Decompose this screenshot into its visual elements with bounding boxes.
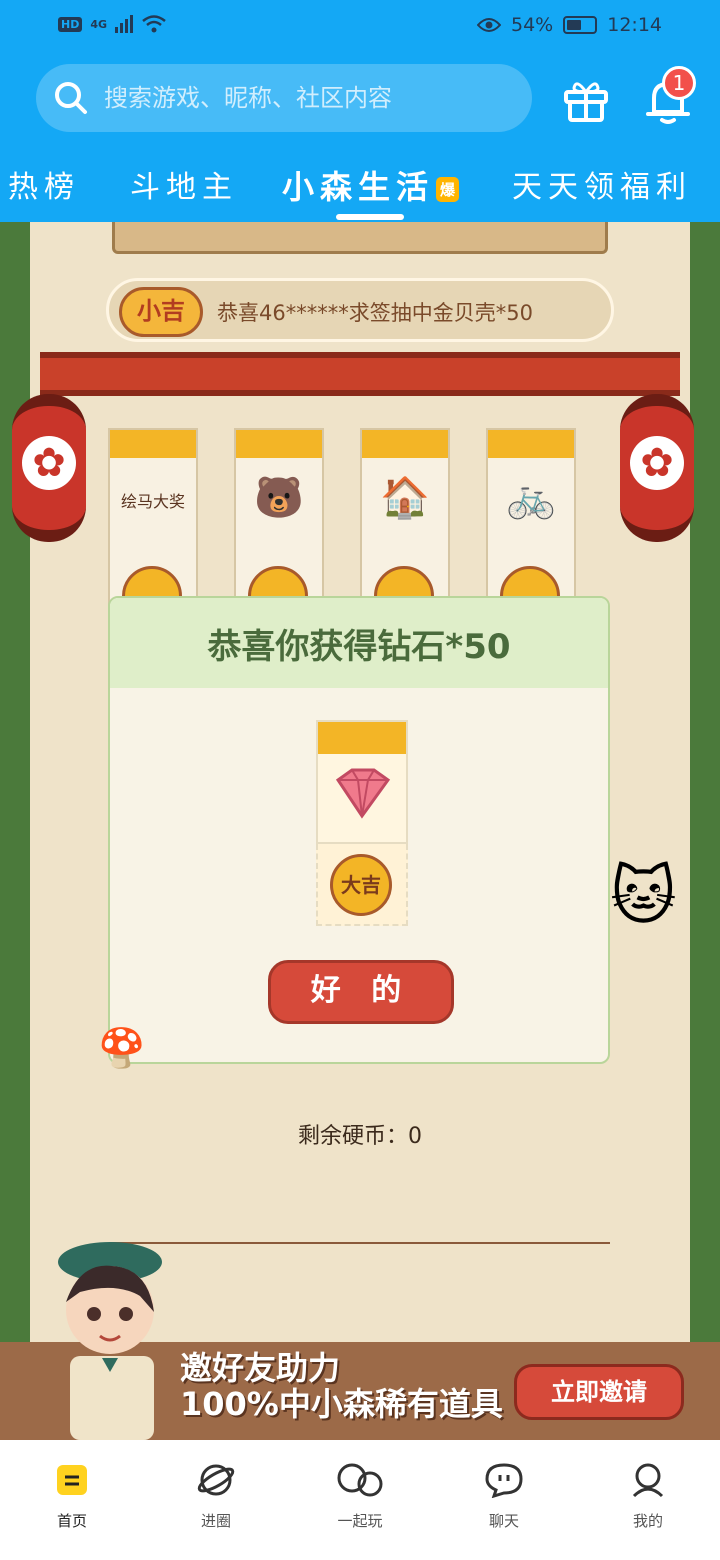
lantern-right — [620, 394, 694, 542]
active-tab-indicator — [336, 214, 404, 220]
network-badge: 4G — [90, 17, 108, 31]
card-label: 绘马大奖 — [120, 492, 185, 511]
house-icon: 🏠 — [380, 475, 430, 521]
nav-label: 聊天 — [488, 1512, 519, 1530]
reward-dialog: 恭喜你获得钻石*50 大吉 好 的 — [108, 596, 610, 1064]
notification-badge: 1 — [662, 66, 696, 100]
nav-label: 一起玩 — [337, 1512, 383, 1530]
diamond-icon — [335, 768, 391, 819]
invite-button[interactable]: 立即邀请 — [514, 1364, 684, 1420]
nav-label: 我的 — [632, 1512, 663, 1530]
winner-ticker: 小吉 恭喜46******求签抽中金贝壳*50 — [106, 278, 614, 342]
ok-button[interactable]: 好 的 — [268, 960, 454, 1024]
tab-xiaosen-life[interactable]: 小森生活爆 — [282, 162, 460, 208]
hd-badge: HD — [58, 16, 83, 32]
invite-text: 邀好友助力 100%中小森稀有道具 — [180, 1350, 503, 1422]
eye-icon — [477, 18, 501, 32]
character-girl-icon — [58, 1242, 162, 1440]
gift-icon[interactable] — [560, 74, 612, 126]
tab-label: 天天领福利 — [512, 170, 692, 205]
nav-play-together[interactable]: 一起玩 — [300, 1462, 420, 1531]
dialog-title: 恭喜你获得钻石*50 — [110, 598, 608, 688]
signal-icon — [115, 15, 134, 33]
tab-doudizhu[interactable]: 斗地主 — [130, 162, 238, 206]
nav-home[interactable]: 首页 — [12, 1462, 132, 1531]
ticker-text: 恭喜46******求签抽中金贝壳*50 — [217, 301, 533, 325]
hot-badge: 爆 — [436, 176, 460, 202]
chat-icon — [485, 1463, 523, 1498]
mushroom-icon: 🍄 — [98, 1026, 146, 1070]
bottom-nav: 首页 进圈 一起玩 聊天 我的 — [0, 1440, 720, 1560]
profile-icon — [632, 1463, 664, 1498]
search-input[interactable] — [102, 83, 502, 113]
coins-remaining: 剩余硬币：0 — [298, 1124, 422, 1149]
home-icon — [57, 1465, 87, 1495]
status-bar: HD 4G 54% 12:14 — [0, 0, 720, 54]
nav-label: 首页 — [56, 1512, 87, 1530]
battery-percent: 54% — [511, 14, 554, 36]
tab-label: 斗地主 — [130, 170, 238, 205]
tab-hot-list[interactable]: 热榜 — [8, 162, 80, 206]
red-beam — [40, 352, 680, 396]
search-icon — [55, 82, 87, 114]
nav-circles[interactable]: 进圈 — [156, 1462, 276, 1531]
planet-icon — [197, 1464, 235, 1496]
fortune-coin-label: 大吉 — [330, 854, 392, 916]
top-header: HD 4G 54% 12:14 1 热榜 斗地主 小森生活爆 天天领福利 — [0, 0, 720, 222]
bicycle-icon: 🚲 — [506, 475, 556, 521]
search-bar[interactable] — [36, 64, 532, 132]
tab-label: 小森生活 — [282, 168, 435, 206]
wifi-icon — [142, 15, 166, 33]
ticker-badge: 小吉 — [119, 287, 203, 337]
group-icon — [337, 1463, 383, 1497]
invite-line2: 100%中小森稀有道具 — [180, 1385, 503, 1423]
nav-chat[interactable]: 聊天 — [444, 1462, 564, 1531]
tab-label: 热榜 — [8, 170, 80, 205]
category-tabs: 热榜 斗地主 小森生活爆 天天领福利 — [0, 150, 720, 222]
title-banner — [112, 222, 608, 254]
bear-icon: 🐻 — [254, 475, 304, 521]
battery-icon — [563, 16, 598, 34]
invite-line1: 邀好友助力 — [180, 1349, 341, 1387]
cat-icon: 🐱 — [610, 860, 677, 934]
nav-label: 进圈 — [200, 1512, 231, 1530]
clock: 12:14 — [607, 14, 662, 36]
tab-daily-welfare[interactable]: 天天领福利 — [512, 162, 692, 206]
reward-card: 大吉 — [316, 720, 408, 926]
lantern-left — [12, 394, 86, 542]
nav-profile[interactable]: 我的 — [588, 1462, 708, 1531]
